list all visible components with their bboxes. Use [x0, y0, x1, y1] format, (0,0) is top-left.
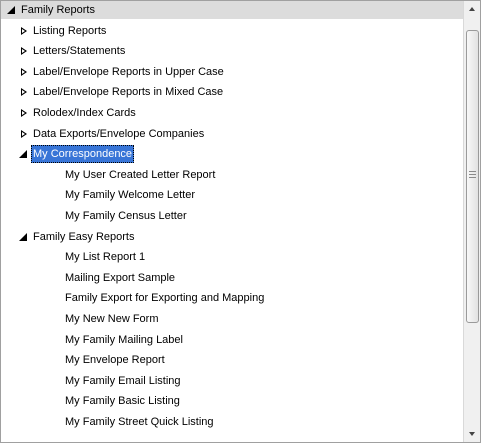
tree-item-label: Mailing Export Sample: [65, 271, 176, 284]
tree-leaf-item[interactable]: My Envelope Report: [1, 351, 463, 369]
tree-item-label: Letters/Statements: [33, 45, 126, 58]
tree-item-label: Data Exports/Envelope Companies: [33, 127, 205, 140]
tree-leaf-item[interactable]: My Family Mailing Label: [1, 331, 463, 349]
tree-folder-node[interactable]: Letters/Statements: [1, 42, 463, 60]
tree-leaf-item[interactable]: My Family Census Letter: [1, 207, 463, 225]
tree-item-label: Rolodex/Index Cards: [33, 107, 136, 119]
triangle-collapsed-icon[interactable]: [19, 104, 29, 122]
tree-item-label: Family Easy Reports: [33, 230, 135, 243]
tree-leaf-item[interactable]: Family Export for Exporting and Mapping: [1, 289, 463, 307]
tree-item-label: My Family Email Listing: [65, 374, 181, 387]
tree-leaf-item[interactable]: My Family Street Quick Listing: [1, 413, 463, 431]
tree-item-label: My Family Census Letter: [65, 210, 187, 222]
tree-leaf-item[interactable]: My Family Email Listing: [1, 372, 463, 390]
tree-item-label: My Envelope Report: [65, 354, 165, 367]
tree-item-label: My New New Form: [65, 313, 159, 325]
triangle-collapsed-icon[interactable]: [19, 63, 29, 81]
tree-leaf-item[interactable]: My New New Form: [1, 310, 463, 328]
tree-item-label: My Correspondence: [31, 145, 135, 164]
tree-item-label: Label/Envelope Reports in Mixed Case: [33, 86, 224, 99]
tree-folder-node[interactable]: Label/Envelope Reports in Mixed Case: [1, 83, 463, 101]
tree-leaf-item[interactable]: My List Report 1: [1, 248, 463, 266]
triangle-collapsed-icon[interactable]: [19, 83, 29, 101]
triangle-expanded-icon[interactable]: [19, 145, 29, 163]
tree-folder-node[interactable]: My Correspondence: [1, 145, 463, 164]
tree-item-label: My List Report 1: [65, 251, 146, 264]
tree-item-label: My Family Basic Listing: [65, 395, 180, 408]
triangle-collapsed-icon[interactable]: [19, 42, 29, 60]
tree-item-label: Family Reports: [21, 4, 95, 16]
scroll-down-arrow-icon[interactable]: [464, 426, 480, 442]
grip-icon: [469, 171, 476, 178]
tree-root-node[interactable]: Family Reports: [1, 1, 463, 19]
tree-item-label: Label/Envelope Reports in Upper Case: [33, 65, 224, 78]
tree-leaf-item[interactable]: Mailing Export Sample: [1, 269, 463, 287]
tree-folder-node[interactable]: Data Exports/Envelope Companies: [1, 125, 463, 143]
tree-folder-node[interactable]: Family Easy Reports: [1, 228, 463, 246]
tree-item-label: My Family Mailing Label: [65, 333, 183, 346]
triangle-collapsed-icon[interactable]: [19, 125, 29, 143]
tree-folder-node[interactable]: Rolodex/Index Cards: [1, 104, 463, 122]
triangle-expanded-icon[interactable]: [19, 228, 29, 246]
tree-item-label: My User Created Letter Report: [65, 168, 216, 181]
vertical-scrollbar[interactable]: [463, 1, 480, 442]
report-tree[interactable]: Family Reports Listing Reports Letters/Sta…: [0, 0, 481, 443]
triangle-collapsed-icon[interactable]: [19, 22, 29, 40]
tree-item-label: My Family Welcome Letter: [65, 189, 195, 202]
scrollbar-thumb[interactable]: [466, 30, 479, 323]
tree-leaf-item[interactable]: My Family Basic Listing: [1, 392, 463, 410]
tree-item-label: My Family Street Quick Listing: [65, 416, 214, 428]
tree-folder-node[interactable]: Listing Reports: [1, 22, 463, 40]
tree-leaf-item[interactable]: My Family Welcome Letter: [1, 186, 463, 204]
triangle-expanded-icon[interactable]: [7, 1, 17, 19]
tree-leaf-item[interactable]: My User Created Letter Report: [1, 166, 463, 184]
scroll-up-arrow-icon[interactable]: [464, 1, 480, 17]
tree-folder-node[interactable]: Label/Envelope Reports in Upper Case: [1, 63, 463, 81]
tree-item-label: Listing Reports: [33, 24, 107, 37]
tree-item-label: Family Export for Exporting and Mapping: [65, 292, 265, 305]
